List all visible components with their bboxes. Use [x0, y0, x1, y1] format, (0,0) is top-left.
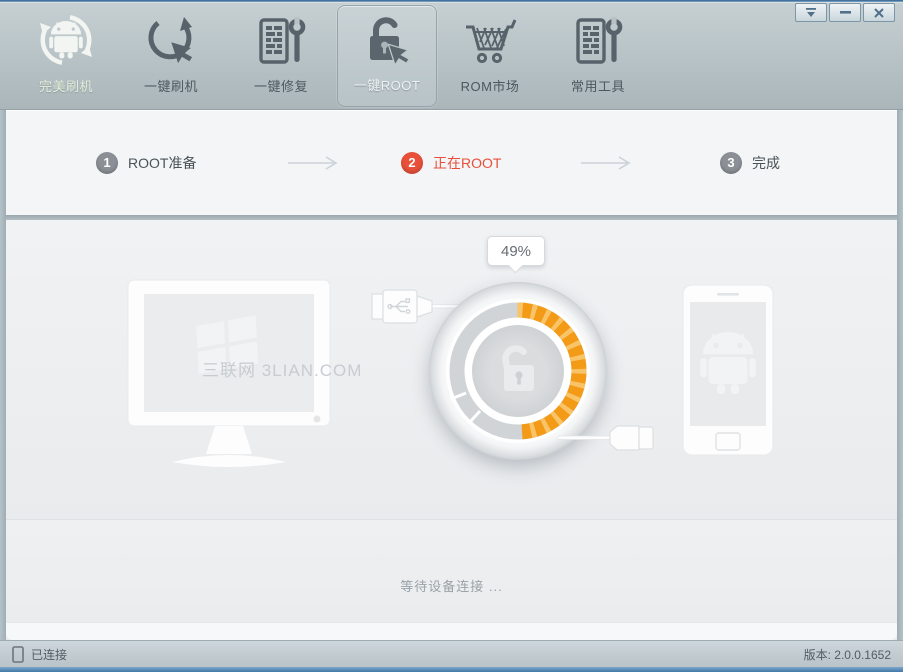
version-text: 版本: 2.0.0.1652 [804, 646, 891, 663]
step-root-prepare: 1 ROOT准备 [96, 110, 196, 215]
toolbar-item-repair[interactable]: 一键修复 [231, 5, 331, 107]
app-logo-icon [16, 11, 116, 73]
toolbar-item-label: 完美刷机 [16, 76, 116, 95]
smartphone-illustration [675, 282, 781, 462]
stage: 三联网 3LIAN.COM [6, 220, 897, 519]
step-number-badge: 2 [401, 152, 423, 174]
phone-wrench-icon [231, 11, 331, 73]
step-rooting: 2 正在ROOT [401, 110, 501, 215]
step-label: ROOT准备 [128, 153, 196, 173]
toolbar-item-tools[interactable]: 常用工具 [548, 5, 648, 107]
device-tools-icon [548, 11, 648, 73]
step-finish: 3 完成 [720, 110, 780, 215]
main-toolbar: 完美刷机 一键刷机 [0, 2, 903, 110]
toolbar-item-logo[interactable]: 完美刷机 [16, 5, 116, 107]
shopping-cart-icon [440, 11, 540, 73]
step-number-badge: 3 [720, 152, 742, 174]
lock-hand-icon [338, 12, 436, 74]
usb-cable-icon [558, 422, 662, 454]
toolbar-item-label: 一键修复 [231, 76, 331, 95]
step-arrow-icon [286, 110, 344, 215]
step-number-badge: 1 [96, 152, 118, 174]
close-button[interactable] [863, 3, 895, 22]
watermark-text: 三联网 3LIAN.COM [202, 356, 362, 381]
content-bottom-strip [6, 622, 897, 640]
window-controls [795, 3, 895, 22]
toolbar-item-flash[interactable]: 一键刷机 [121, 5, 221, 107]
device-status-icon [12, 646, 24, 663]
toolbar-item-rom[interactable]: ROM市场 [440, 5, 540, 107]
progress-percent-value: 49% [501, 243, 531, 260]
content-area: 1 ROOT准备 2 正在ROOT 3 完成 [6, 110, 897, 640]
window-bottom-edge [0, 667, 903, 672]
step-arrow-icon [579, 110, 637, 215]
skin-menu-button[interactable] [795, 3, 827, 22]
toolbar-item-label: 一键刷机 [121, 76, 221, 95]
monitor-power-led [314, 416, 321, 423]
window-right-border [897, 110, 903, 640]
toolbar-item-label: 常用工具 [548, 76, 648, 95]
minimize-button[interactable] [829, 3, 861, 22]
toolbar-item-label: ROM市场 [440, 76, 540, 95]
refresh-hand-icon [121, 11, 221, 73]
app-window: 完美刷机 一键刷机 [0, 0, 903, 672]
waiting-hint-text: 等待设备连接 ... [6, 520, 897, 595]
status-bar: 已连接 版本: 2.0.0.1652 [0, 640, 903, 667]
hint-panel: 等待设备连接 ... [6, 519, 897, 622]
connection-status-text: 已连接 [31, 646, 67, 663]
toolbar-item-root[interactable]: 一键ROOT [337, 5, 437, 107]
toolbar-item-label: 一键ROOT [338, 75, 436, 94]
progress-percent-tooltip: 49% [487, 236, 545, 266]
step-label: 正在ROOT [433, 153, 501, 173]
step-label: 完成 [752, 153, 780, 173]
step-indicator-bar: 1 ROOT准备 2 正在ROOT 3 完成 [6, 110, 897, 215]
